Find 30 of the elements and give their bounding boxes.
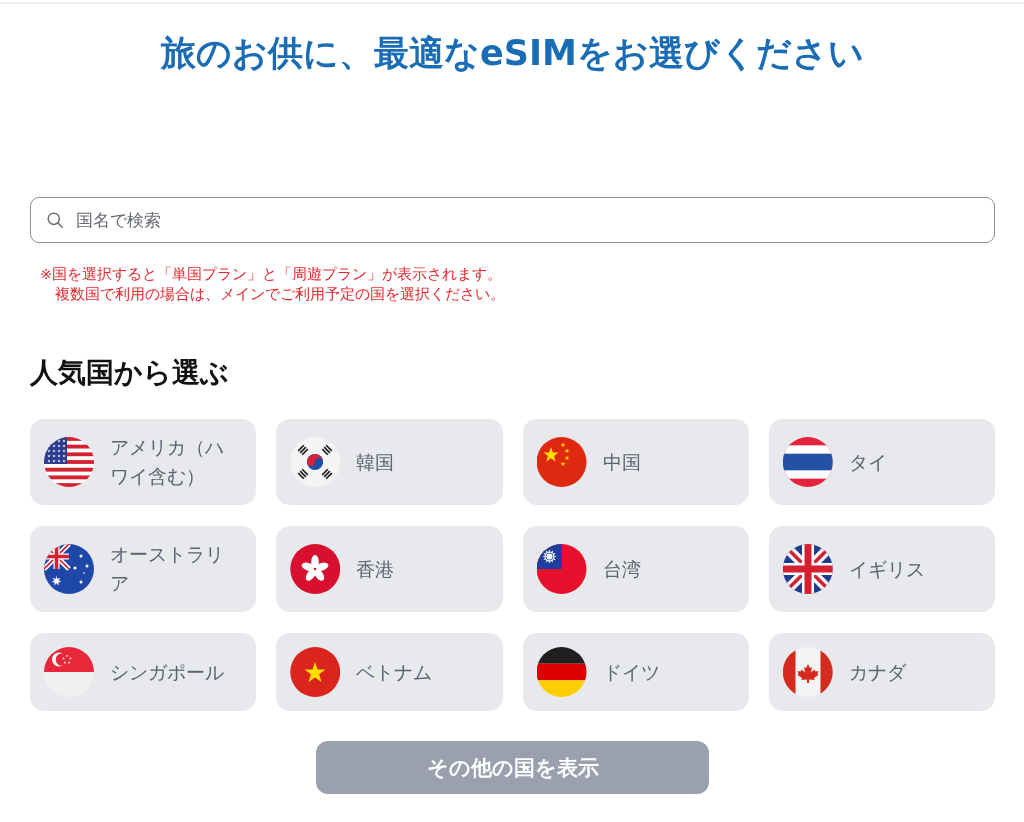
country-card[interactable]: 香港	[276, 526, 503, 612]
flag-icon	[44, 647, 94, 697]
country-card[interactable]: シンガポール	[30, 633, 257, 711]
country-card[interactable]: タイ	[768, 419, 995, 505]
flag-icon	[44, 437, 94, 487]
country-card[interactable]: カナダ	[768, 633, 995, 711]
flag-icon	[782, 544, 833, 594]
country-card[interactable]: 韓国	[276, 419, 503, 505]
country-card[interactable]: オーストラリア	[30, 526, 257, 612]
flag-icon	[290, 544, 341, 594]
country-card[interactable]: ドイツ	[522, 633, 749, 711]
flag-icon	[536, 437, 587, 487]
flag-icon	[290, 647, 341, 697]
flag-icon	[536, 647, 587, 697]
flag-icon	[782, 647, 833, 697]
country-card[interactable]: ベトナム	[276, 633, 503, 711]
note-text: 複数国で利用の場合は、メインでご利用予定の国を選択ください。	[53, 285, 506, 304]
search-icon	[47, 212, 63, 228]
country-card[interactable]: 台湾	[522, 526, 749, 612]
flag-icon	[290, 437, 341, 487]
section-heading: 人気国から選ぶ	[30, 356, 230, 390]
country-card[interactable]: イギリス	[768, 526, 995, 612]
flag-icon	[782, 437, 833, 487]
country-card[interactable]: 中国	[522, 419, 749, 505]
country-card[interactable]: アメリカ（ハワイ含む）	[30, 419, 257, 505]
flag-icon	[536, 544, 587, 594]
page-title: 旅のお供に、最適なeSIMをお選びください	[159, 32, 865, 75]
flag-icon	[44, 544, 94, 594]
note-text: ※国を選択すると「単国プラン」と「周遊プラン」が表示されます。	[40, 265, 504, 284]
search-field[interactable]: 国名で検索	[30, 197, 995, 243]
